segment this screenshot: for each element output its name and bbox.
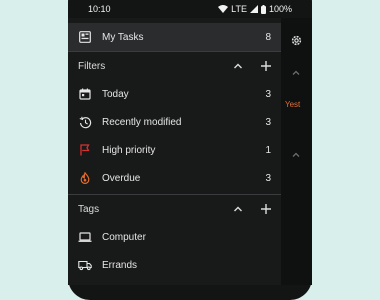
- status-icons: LTE 100%: [218, 0, 292, 18]
- filter-item-today[interactable]: Today 3: [68, 80, 281, 108]
- truck-icon: [78, 258, 92, 272]
- tags-header[interactable]: Tags: [68, 195, 281, 223]
- filter-item-recently-modified[interactable]: Recently modified 3: [68, 108, 281, 136]
- filter-item-overdue[interactable]: Overdue 3: [68, 164, 281, 192]
- my-tasks-label: My Tasks: [102, 31, 144, 43]
- laptop-icon: [78, 230, 92, 244]
- filter-item-label: Recently modified: [102, 116, 182, 128]
- chevron-up-icon[interactable]: [291, 150, 301, 160]
- filter-item-count: 3: [265, 116, 271, 128]
- tag-item-errands[interactable]: Errands: [68, 251, 281, 279]
- flag-icon: [78, 143, 92, 157]
- status-bar: 10:10 LTE 100%: [68, 0, 312, 18]
- filter-item-label: High priority: [102, 144, 156, 156]
- filter-item-count: 3: [265, 172, 271, 184]
- chevron-up-icon[interactable]: [232, 203, 244, 215]
- tag-item-label: Errands: [102, 259, 138, 271]
- fire-icon: [78, 171, 92, 185]
- history-icon: [78, 115, 92, 129]
- filter-item-label: Today: [102, 88, 129, 100]
- filter-item-label: Overdue: [102, 172, 141, 184]
- yesterday-section-label: Yest: [285, 100, 301, 109]
- add-tag-icon[interactable]: [260, 203, 272, 215]
- gear-icon[interactable]: [290, 34, 303, 47]
- battery-icon: [260, 4, 266, 14]
- battery-label: 100%: [268, 4, 292, 14]
- filter-item-count: 1: [265, 144, 271, 156]
- filter-item-high-priority[interactable]: High priority 1: [68, 136, 281, 164]
- filter-item-count: 3: [265, 88, 271, 100]
- task-list-peek: Yest: [281, 18, 312, 285]
- network-label: LTE: [231, 4, 247, 14]
- dashboard-icon: [78, 30, 92, 44]
- tags-title: Tags: [78, 203, 100, 215]
- tag-item-label: Computer: [102, 231, 146, 243]
- filters-title: Filters: [78, 60, 106, 72]
- chevron-up-icon[interactable]: [232, 60, 244, 72]
- add-filter-icon[interactable]: [260, 60, 272, 72]
- chevron-up-icon[interactable]: [291, 68, 301, 78]
- status-time: 10:10: [88, 4, 111, 14]
- wifi-icon: [218, 5, 229, 13]
- signal-icon: [249, 5, 258, 13]
- tag-item-computer[interactable]: Computer: [68, 223, 281, 251]
- calendar-icon: [78, 87, 92, 101]
- my-tasks-count: 8: [265, 31, 271, 43]
- filters-header[interactable]: Filters: [68, 52, 281, 80]
- my-tasks-item[interactable]: My Tasks 8: [68, 23, 281, 51]
- navigation-drawer: My Tasks 8 Filters Today 3 Recently modi…: [68, 18, 281, 285]
